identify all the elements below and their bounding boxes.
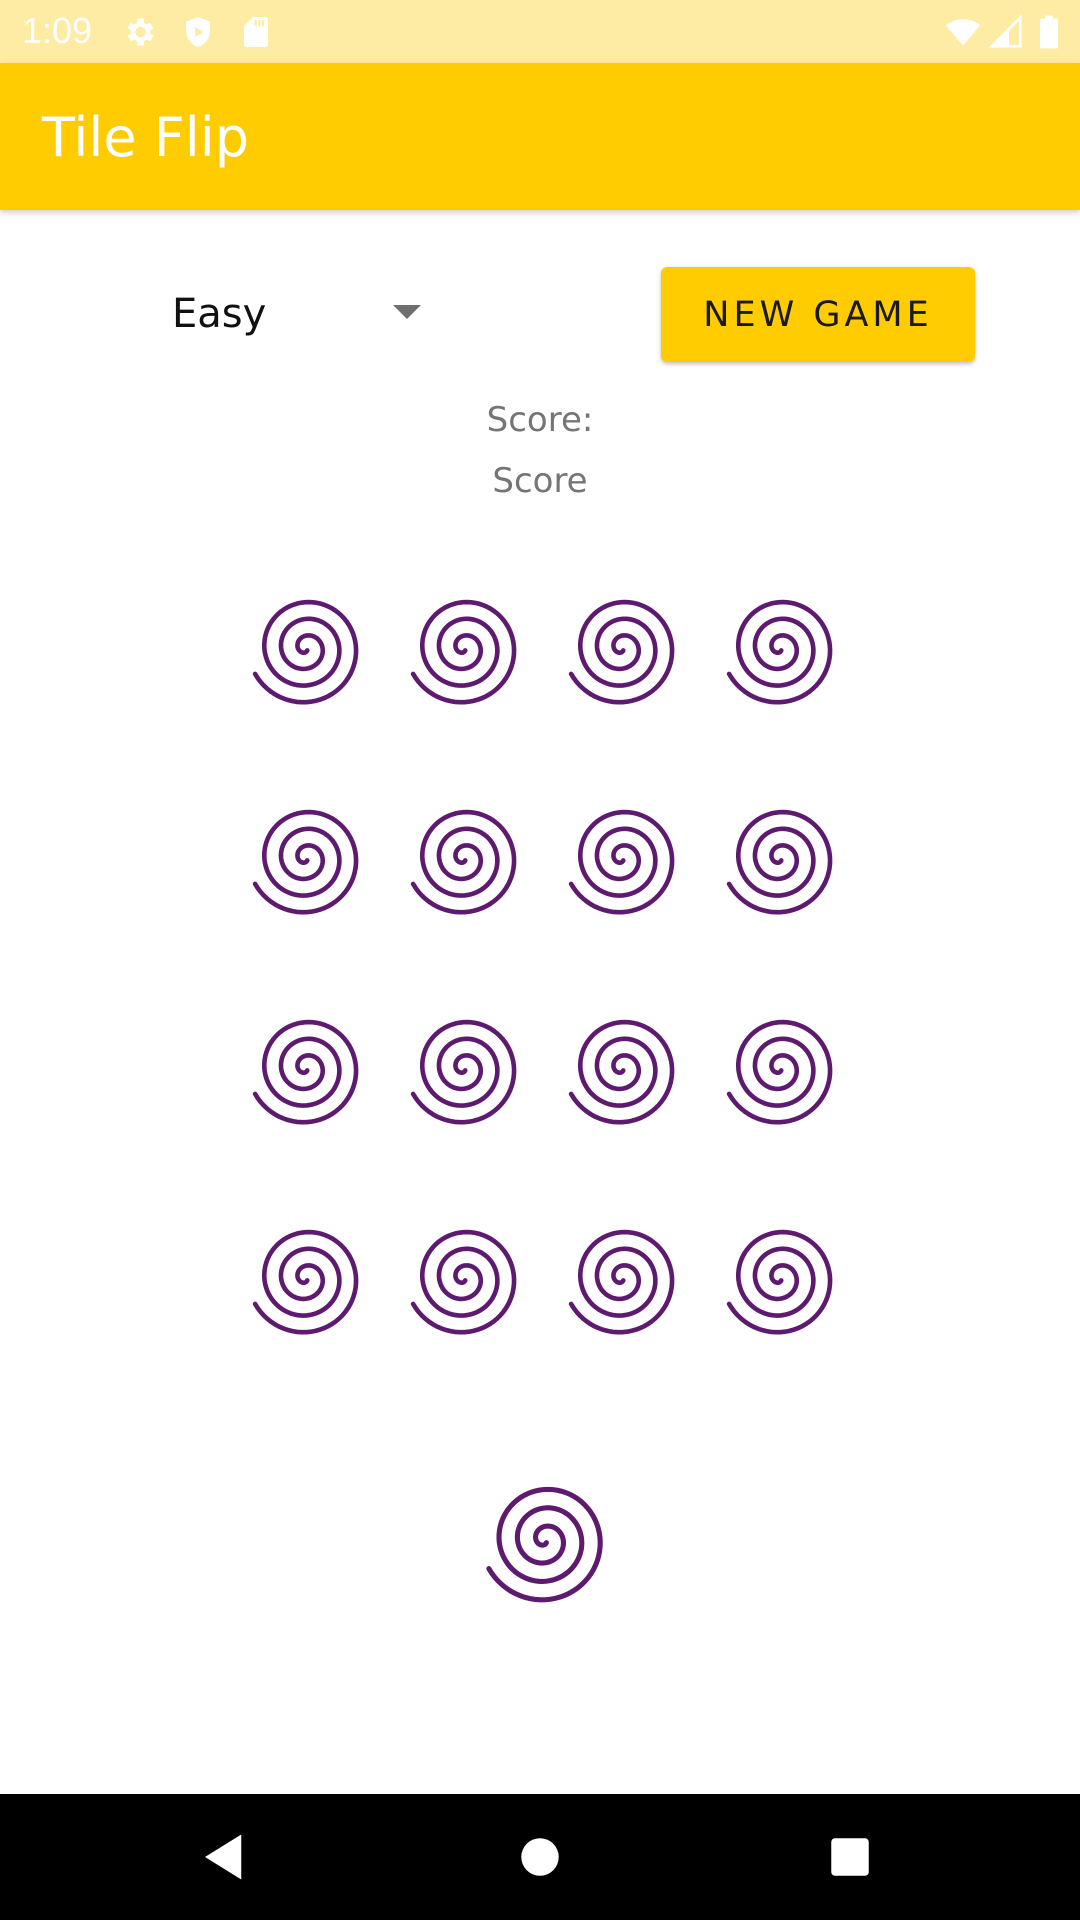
wifi-icon	[945, 19, 981, 46]
status-bar: 1:09	[0, 0, 1080, 63]
spiral-icon	[726, 1229, 833, 1335]
spiral-icon	[410, 599, 517, 705]
spiral-icon	[568, 599, 675, 705]
spiral-icon	[252, 809, 359, 915]
spiral-icon	[726, 599, 833, 705]
sd-card-icon	[244, 17, 268, 47]
recents-icon[interactable]	[820, 1827, 880, 1887]
spiral-icon	[252, 1229, 359, 1335]
spiral-icon	[410, 1229, 517, 1335]
tile-r2-c2[interactable]	[396, 790, 532, 926]
navigation-bar	[0, 1794, 1080, 1920]
tile-grid	[238, 580, 858, 1340]
new-game-button[interactable]: NEW GAME	[661, 267, 975, 362]
tile-r2-c4[interactable]	[712, 790, 848, 926]
app-title: Tile Flip	[42, 106, 250, 169]
tile-r1-c3[interactable]	[554, 580, 690, 716]
preview-tile	[470, 1465, 620, 1615]
battery-icon	[1040, 15, 1058, 49]
signal-icon	[988, 14, 1022, 48]
spiral-icon	[568, 1019, 675, 1125]
tile-r4-c3[interactable]	[554, 1210, 690, 1346]
score-value: Score	[492, 461, 588, 501]
spiral-icon	[410, 809, 517, 915]
tile-r4-c1[interactable]	[238, 1210, 374, 1346]
tile-r4-c4[interactable]	[712, 1210, 848, 1346]
home-icon[interactable]	[510, 1827, 570, 1887]
score-label: Score:	[486, 400, 594, 440]
tile-r3-c4[interactable]	[712, 1000, 848, 1136]
spiral-icon	[568, 809, 675, 915]
settings-icon	[127, 18, 154, 46]
difficulty-dropdown[interactable]: Easy	[150, 275, 440, 355]
tile-r2-c1[interactable]	[238, 790, 374, 926]
spiral-icon	[410, 1019, 517, 1125]
spiral-icon	[486, 1486, 603, 1603]
tile-r3-c1[interactable]	[238, 1000, 374, 1136]
app-bar: Tile Flip	[0, 63, 1080, 210]
spiral-icon	[726, 1019, 833, 1125]
dropdown-arrow-icon	[393, 305, 421, 319]
status-time: 1:09	[22, 10, 93, 51]
play-protect-icon	[186, 17, 210, 47]
spiral-icon	[252, 1019, 359, 1125]
tile-r2-c3[interactable]	[554, 790, 690, 926]
tile-r1-c1[interactable]	[238, 580, 374, 716]
spiral-icon	[568, 1229, 675, 1335]
tile-r3-c2[interactable]	[396, 1000, 532, 1136]
back-icon[interactable]	[195, 1827, 255, 1887]
tile-r1-c4[interactable]	[712, 580, 848, 716]
spiral-icon	[726, 809, 833, 915]
tile-r1-c2[interactable]	[396, 580, 532, 716]
tile-r3-c3[interactable]	[554, 1000, 690, 1136]
difficulty-selected-value: Easy	[172, 291, 267, 337]
spiral-icon	[252, 599, 359, 705]
tile-r4-c2[interactable]	[396, 1210, 532, 1346]
